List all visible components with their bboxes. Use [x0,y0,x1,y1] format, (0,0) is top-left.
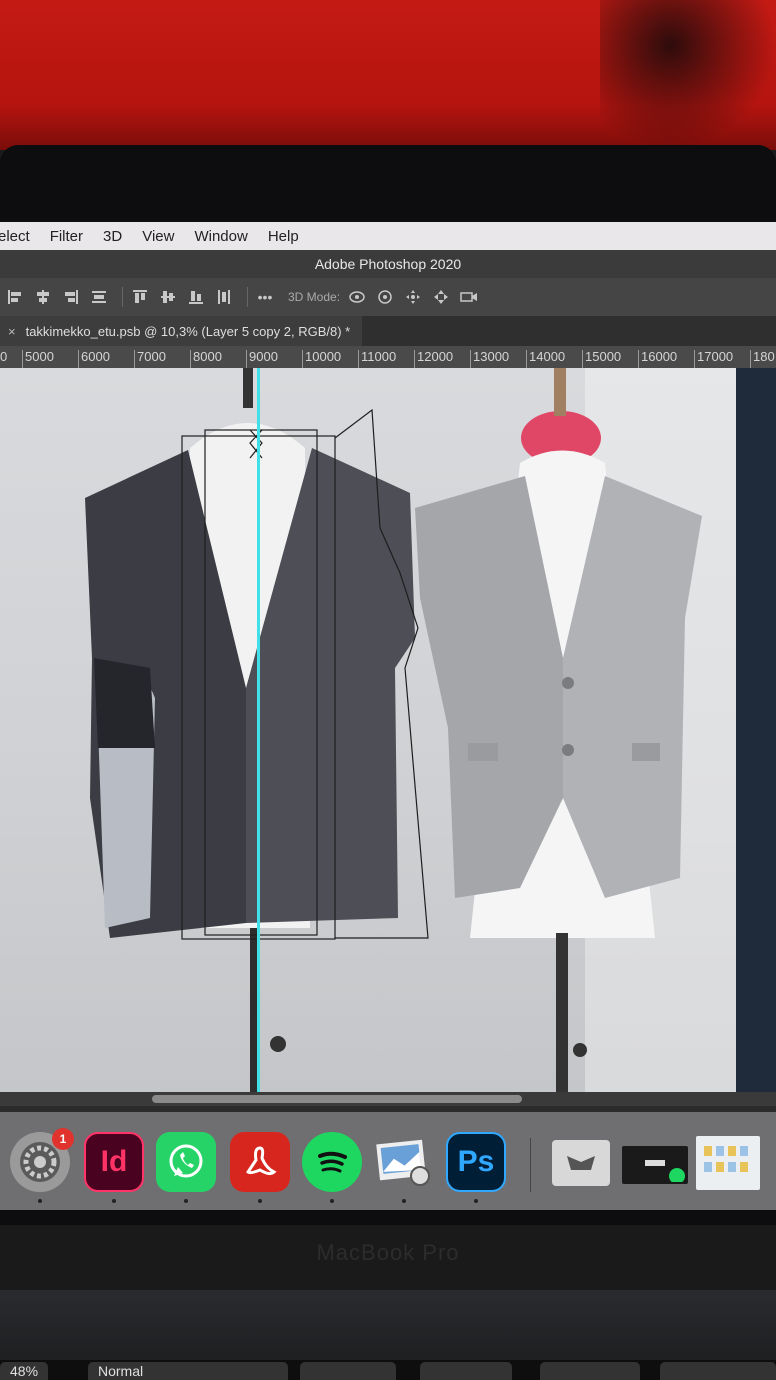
guide-line[interactable] [257,368,260,1092]
running-indicator [112,1199,116,1203]
whatsapp-icon[interactable] [156,1132,216,1192]
3d-roll-icon[interactable] [374,286,396,308]
left-stand-knob [270,1036,286,1052]
wall-shadow [600,0,776,150]
right-stand-pole [556,933,568,1092]
running-indicator [474,1199,478,1203]
right-jacket-pocket-flap [632,743,660,761]
align-top-icon[interactable] [129,286,151,308]
ruler-tick: 12000 [414,350,453,368]
separator [122,287,123,307]
document-tab-bar: × takkimekko_etu.psb @ 10,3% (Layer 5 co… [0,316,776,346]
distribute-vertical-icon[interactable] [213,286,235,308]
3d-rotate-icon[interactable] [346,286,368,308]
right-jacket-pocket-flap [468,743,498,761]
ruler-tick: 7000 [134,350,166,368]
ruler-tick: 0 [0,349,8,364]
notification-badge: 1 [52,1128,74,1150]
more-options-icon[interactable]: ••• [254,286,276,308]
menu-item-select[interactable]: elect [0,228,30,245]
running-indicator [258,1199,262,1203]
document-tab[interactable]: × takkimekko_etu.psb @ 10,3% (Layer 5 co… [0,316,363,346]
menu-item-view[interactable]: View [142,228,174,245]
touchbar-blend-mode[interactable]: Normal [88,1362,288,1380]
touchbar-button[interactable] [420,1362,512,1380]
right-stand-knob [573,1043,587,1057]
indesign-icon[interactable]: Id [84,1132,144,1192]
window-title: Adobe Photoshop 2020 [0,250,776,278]
preview-icon[interactable] [374,1132,434,1192]
dock-divider [530,1138,531,1192]
photoshop-icon[interactable]: Ps [446,1132,506,1192]
align-right-icon[interactable] [60,286,82,308]
align-left-icon[interactable] [4,286,26,308]
ruler-tick: 15000 [582,350,621,368]
options-bar: ••• 3D Mode: [0,278,776,316]
dock: 1 Id Ps [0,1112,776,1210]
ruler-tick: 8000 [190,350,222,368]
right-jacket-button [562,744,574,756]
acrobat-icon[interactable] [230,1132,290,1192]
ruler-tick: 14000 [526,350,565,368]
recent-window-thumbnail[interactable] [622,1146,688,1184]
align-center-icon[interactable] [32,286,54,308]
running-indicator [330,1199,334,1203]
separator [247,287,248,307]
horizontal-scrollbar[interactable] [0,1092,776,1106]
right-jacket-button [562,677,574,689]
document-tab-label: takkimekko_etu.psb @ 10,3% (Layer 5 copy… [25,323,351,339]
laptop-brand: MacBook Pro [316,1240,460,1265]
distribute-icon[interactable] [88,286,110,308]
ruler-tick: 180 [750,350,775,368]
menu-item-3d[interactable]: 3D [103,228,122,245]
running-indicator [184,1199,188,1203]
menu-item-window[interactable]: Window [194,228,247,245]
menu-bar: elect Filter 3D View Window Help [0,222,776,250]
ruler-tick: 6000 [78,350,110,368]
touchbar-button[interactable] [300,1362,396,1380]
ruler-tick: 17000 [694,350,733,368]
touchbar-button[interactable] [660,1362,776,1380]
canvas-artwork [85,368,702,1092]
touchbar-zoom[interactable]: 48% [0,1362,49,1380]
align-middle-icon[interactable] [157,286,179,308]
document-canvas[interactable] [0,368,736,1092]
left-jacket-armhole [94,658,155,748]
recent-document-thumbnail[interactable] [552,1140,610,1186]
running-indicator [402,1199,406,1203]
horizontal-ruler: 0 5000 6000 7000 8000 9000 10000 11000 1… [0,346,776,368]
3d-slide-icon[interactable] [430,286,452,308]
running-indicator [38,1199,42,1203]
3d-camera-icon[interactable] [458,286,480,308]
ruler-tick: 11000 [358,350,396,368]
ruler-tick: 10000 [302,350,341,368]
background-right-edge [736,368,776,1092]
ruler-tick: 16000 [638,350,677,368]
align-bottom-icon[interactable] [185,286,207,308]
ruler-tick: 13000 [470,350,509,368]
recent-file-thumbnail[interactable] [696,1136,760,1190]
ruler-tick: 5000 [22,350,54,368]
close-tab-icon[interactable]: × [8,324,16,339]
3d-mode-label: 3D Mode: [288,290,341,304]
spotify-icon[interactable] [302,1132,362,1192]
menu-item-help[interactable]: Help [268,228,299,245]
menu-item-filter[interactable]: Filter [50,228,83,245]
right-mannequin-knob [554,368,566,416]
laptop-screen: elect Filter 3D View Window Help Adobe P… [0,222,776,1210]
ruler-tick: 9000 [246,350,278,368]
touchbar-undo[interactable] [540,1362,640,1380]
scrollbar-thumb[interactable] [152,1095,522,1103]
3d-pan-icon[interactable] [402,286,424,308]
left-mannequin-neck [243,368,253,408]
